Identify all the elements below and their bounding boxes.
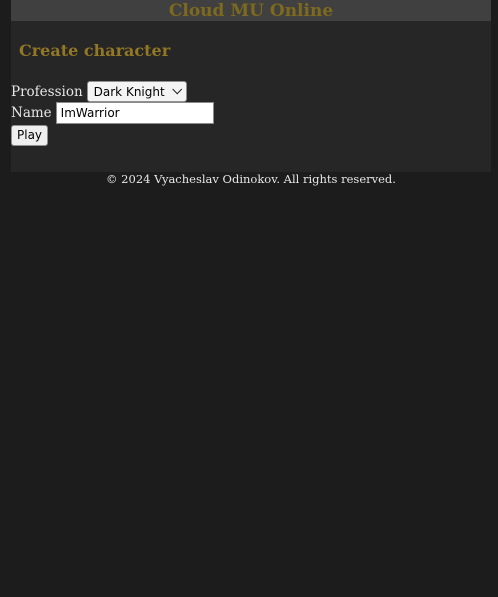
play-button[interactable]: Play [11,125,49,146]
profession-select[interactable]: Dark Knight [86,81,187,102]
chevron-down-icon [171,84,182,95]
name-label: Name [11,105,52,121]
profession-selected-value: Dark Knight [93,84,165,99]
page-heading: Create character [19,41,171,60]
site-header: Cloud MU Online [11,0,491,21]
site-title: Cloud MU Online [168,1,334,21]
app-frame: Cloud MU Online Create character Profess… [11,0,491,186]
profession-label: Profession [11,83,83,100]
copyright-footer: © 2024 Vyacheslav Odinokov. All rights r… [106,172,396,186]
play-row: Play [11,125,49,146]
profession-row: Profession Dark Knight [11,81,187,102]
name-row: Name [11,102,214,124]
name-input[interactable] [55,102,214,124]
